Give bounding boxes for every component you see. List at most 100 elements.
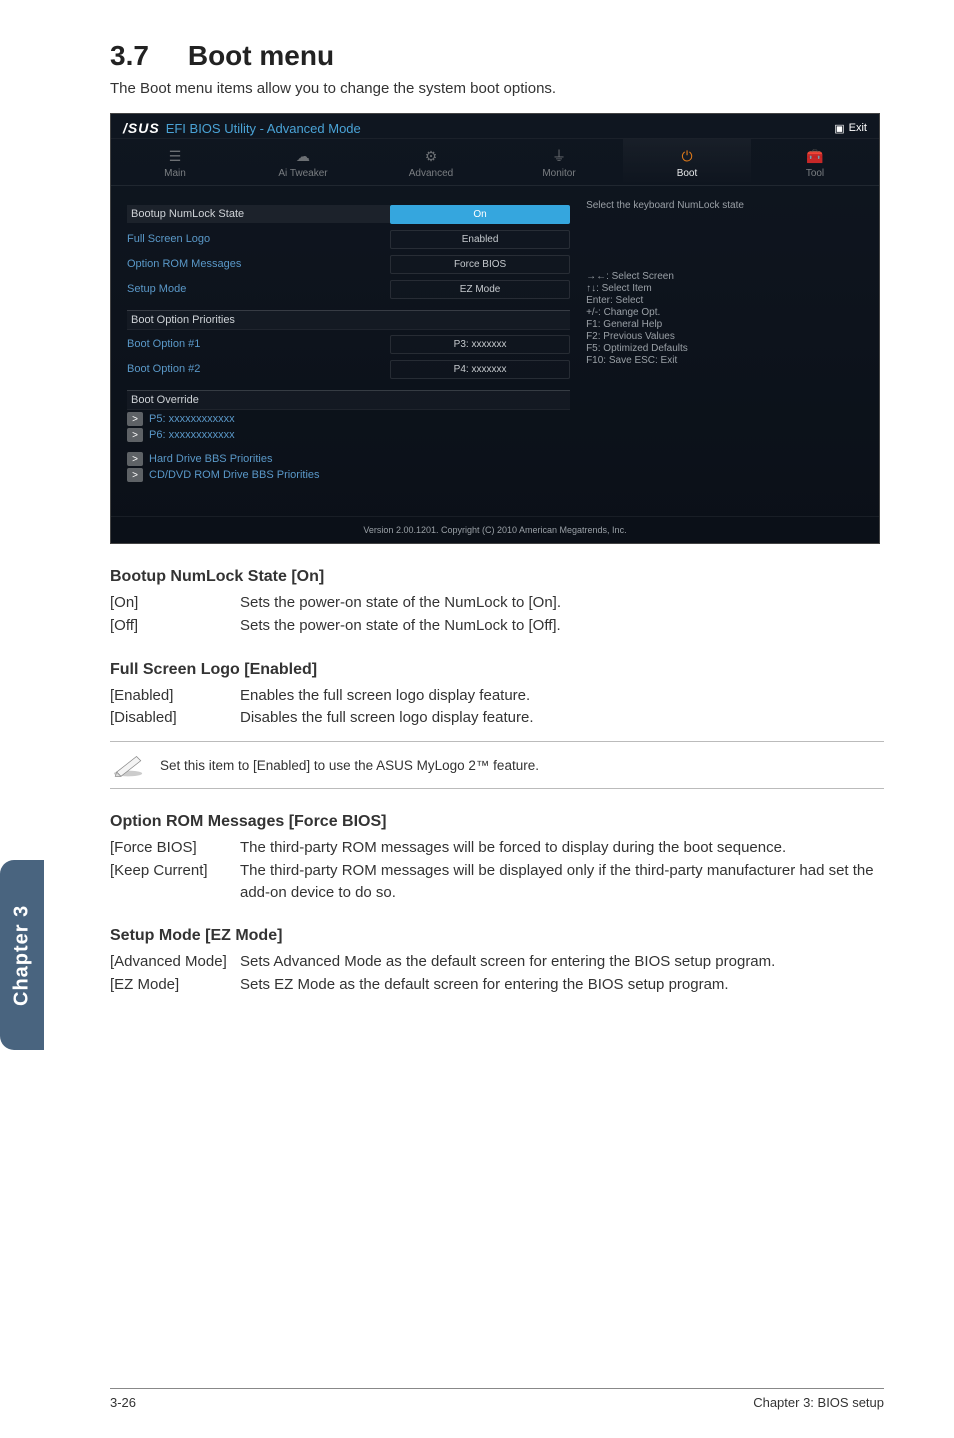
override-cddvd-label: CD/DVD ROM Drive BBS Priorities [149,469,320,481]
chapter-label: Chapter 3: BIOS setup [753,1395,884,1410]
boot-override-header: Boot Override [127,390,570,410]
pencil-icon [110,750,146,780]
tab-main[interactable]: ☰ Main [111,139,239,185]
setupmode-adv-val: Sets Advanced Mode as the default screen… [240,951,884,973]
boot-opt1-label: Boot Option #1 [127,338,390,350]
oprom-keep-val: The third-party ROM messages will be dis… [240,860,884,904]
override-hdd[interactable]: > Hard Drive BBS Priorities [127,452,570,466]
page-number: 3-26 [110,1395,136,1410]
oprom-keep-key: [Keep Current] [110,860,240,904]
tab-ai-tweaker[interactable]: ☁ Ai Tweaker [239,139,367,185]
help-key-1: →←: Select Screen [586,271,863,282]
override-hdd-label: Hard Drive BBS Priorities [149,453,272,465]
toolbox-icon: 🧰 [751,147,879,165]
section-number: 3.7 [110,40,149,71]
help-key-8: F10: Save ESC: Exit [586,355,863,366]
field-oprom[interactable]: Option ROM Messages Force BIOS [127,253,570,275]
chevron-right-icon: > [127,452,143,466]
tab-tool[interactable]: 🧰 Tool [751,139,879,185]
section-title: 3.7 Boot menu [110,40,884,72]
help-keys: →←: Select Screen ↑↓: Select Item Enter:… [586,271,863,366]
numlock-on-val: Sets the power-on state of the NumLock t… [240,592,884,614]
override-p5-label: P5: xxxxxxxxxxxx [149,413,235,425]
help-text: Select the keyboard NumLock state [586,200,863,211]
bios-help-pane: Select the keyboard NumLock state →←: Se… [586,200,863,510]
intro-text: The Boot menu items allow you to change … [110,80,884,97]
override-cddvd[interactable]: > CD/DVD ROM Drive BBS Priorities [127,468,570,482]
tab-monitor[interactable]: ⏚ Monitor [495,139,623,185]
tab-boot-label: Boot [623,168,751,179]
tab-boot[interactable]: ⏻ Boot [623,139,751,185]
numlock-heading: Bootup NumLock State [On] [110,568,884,586]
help-key-7: F5: Optimized Defaults [586,343,863,354]
boot-opt2-label: Boot Option #2 [127,363,390,375]
chevron-right-icon: > [127,428,143,442]
field-numlock[interactable]: Bootup NumLock State On [127,203,570,225]
note-box: Set this item to [Enabled] to use the AS… [110,741,884,789]
numlock-off-key: [Off] [110,615,240,637]
field-oprom-value: Force BIOS [390,255,570,274]
cloud-icon: ☁ [239,147,367,165]
utility-title: EFI BIOS Utility - Advanced Mode [166,121,361,136]
help-key-6: F2: Previous Values [586,331,863,342]
tab-ai-label: Ai Tweaker [239,168,367,179]
bios-tabs: ☰ Main ☁ Ai Tweaker ⚙ Advanced ⏚ Monitor… [111,139,879,186]
oprom-heading: Option ROM Messages [Force BIOS] [110,813,884,831]
list-icon: ☰ [111,147,239,165]
help-key-4: +/-: Change Opt. [586,307,863,318]
tab-advanced[interactable]: ⚙ Advanced [367,139,495,185]
page-footer: 3-26 Chapter 3: BIOS setup [110,1388,884,1410]
tab-monitor-label: Monitor [495,168,623,179]
setupmode-adv-key: [Advanced Mode] [110,951,240,973]
setupmode-ez-key: [EZ Mode] [110,974,240,996]
tab-adv-label: Advanced [367,168,495,179]
field-fullscreen-value: Enabled [390,230,570,249]
field-oprom-label: Option ROM Messages [127,258,390,270]
field-setupmode[interactable]: Setup Mode EZ Mode [127,278,570,300]
fullscreen-dis-val: Disables the full screen logo display fe… [240,707,884,729]
help-key-5: F1: General Help [586,319,863,330]
exit-icon: ▣ [834,122,844,135]
chevron-right-icon: > [127,468,143,482]
override-p5[interactable]: > P5: xxxxxxxxxxxx [127,412,570,426]
field-setupmode-label: Setup Mode [127,283,390,295]
fullscreen-heading: Full Screen Logo [Enabled] [110,661,884,679]
tab-main-label: Main [111,168,239,179]
field-fullscreen-label: Full Screen Logo [127,233,390,245]
asus-logo: /SUS [123,120,160,136]
override-p6[interactable]: > P6: xxxxxxxxxxxx [127,428,570,442]
help-key-2: ↑↓: Select Item [586,283,863,294]
section-name: Boot menu [188,40,334,71]
bios-footer: Version 2.00.1201. Copyright (C) 2010 Am… [111,516,879,543]
boot-opt-2[interactable]: Boot Option #2 P4: xxxxxxx [127,358,570,380]
boot-opt-1[interactable]: Boot Option #1 P3: xxxxxxx [127,333,570,355]
chevron-right-icon: > [127,412,143,426]
help-key-3: Enter: Select [586,295,863,306]
tab-tool-label: Tool [751,168,879,179]
exit-button[interactable]: ▣ Exit [834,122,867,135]
field-setupmode-value: EZ Mode [390,280,570,299]
override-p6-label: P6: xxxxxxxxxxxx [149,429,235,441]
setupmode-heading: Setup Mode [EZ Mode] [110,927,884,945]
fullscreen-en-val: Enables the full screen logo display fea… [240,685,884,707]
field-numlock-value: On [390,205,570,224]
field-fullscreen[interactable]: Full Screen Logo Enabled [127,228,570,250]
plug-icon: ⏚ [495,147,623,165]
boot-opt2-value: P4: xxxxxxx [390,360,570,379]
setupmode-ez-val: Sets EZ Mode as the default screen for e… [240,974,884,996]
oprom-force-val: The third-party ROM messages will be for… [240,837,884,859]
boot-opt1-value: P3: xxxxxxx [390,335,570,354]
fullscreen-en-key: [Enabled] [110,685,240,707]
boot-priorities-header: Boot Option Priorities [127,310,570,330]
gear-icon: ⚙ [367,147,495,165]
power-icon: ⏻ [623,147,751,165]
note-text: Set this item to [Enabled] to use the AS… [160,758,539,773]
exit-label: Exit [849,122,867,134]
bios-screenshot: /SUS EFI BIOS Utility - Advanced Mode ▣ … [110,113,880,544]
numlock-off-val: Sets the power-on state of the NumLock t… [240,615,884,637]
numlock-on-key: [On] [110,592,240,614]
field-numlock-label: Bootup NumLock State [127,205,390,223]
chapter-side-tab: Chapter 3 [0,860,44,1050]
fullscreen-dis-key: [Disabled] [110,707,240,729]
oprom-force-key: [Force BIOS] [110,837,240,859]
